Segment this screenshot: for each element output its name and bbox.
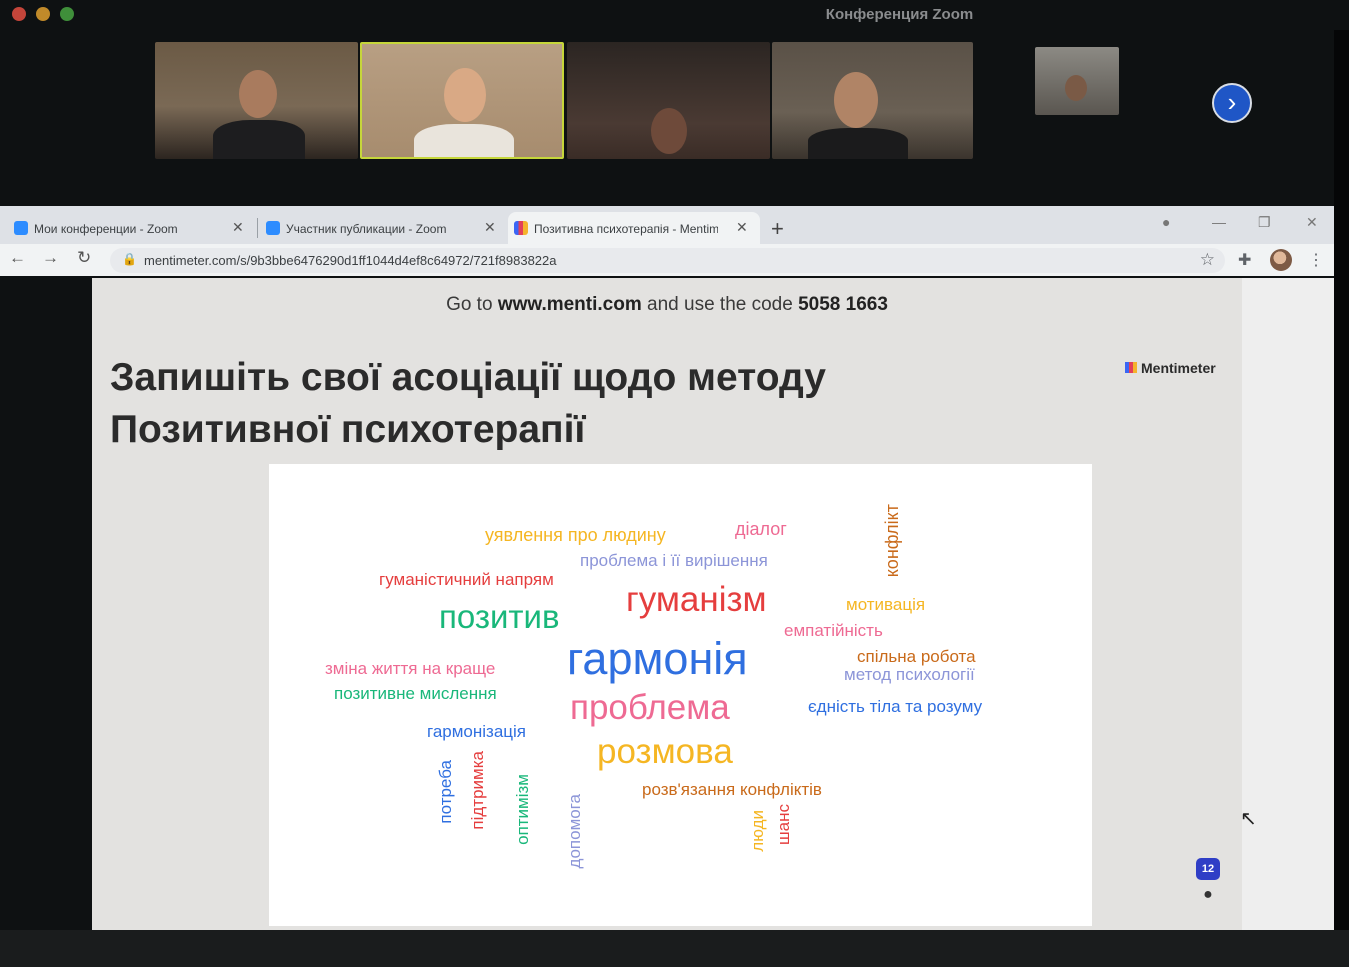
zoom-icon: [14, 221, 28, 235]
word-cloud-item: гармонія: [567, 633, 748, 684]
zoom-icon: [266, 221, 280, 235]
word-cloud-item: потреба: [436, 760, 455, 824]
word-cloud-item: уявлення про людину: [485, 525, 666, 545]
next-participants-button[interactable]: ›: [1212, 83, 1252, 123]
bookmark-star-icon[interactable]: ☆: [1200, 250, 1215, 270]
tab-label: Участник публикации - Zoom: [286, 222, 447, 236]
word-cloud-item: спільна робота: [857, 647, 976, 666]
slide-title: Запишіть свої асоціації щодо методу Пози…: [110, 356, 826, 451]
join-middle-text: and use the code: [641, 294, 799, 315]
browser-tab[interactable]: Мои конференции - Zoom ✕: [8, 212, 250, 244]
back-arrow-icon[interactable]: ←: [9, 248, 26, 268]
browser-tab[interactable]: Участник публикации - Zoom ✕: [260, 212, 500, 244]
profile-avatar[interactable]: [1270, 249, 1292, 271]
person-icon: ●: [1203, 886, 1213, 903]
participant-video-tile[interactable]: [155, 42, 358, 159]
reload-icon[interactable]: ↻: [77, 248, 91, 268]
word-cloud-item: гуманізм: [626, 580, 767, 619]
address-bar[interactable]: 🔒 mentimeter.com/s/9b3bbe6476290d1ff1044…: [110, 248, 1225, 273]
audience-count-badge: 12: [1196, 858, 1220, 880]
word-cloud-item: єдність тіла та розуму: [808, 697, 983, 716]
tab-search-icon[interactable]: ●: [1162, 214, 1170, 230]
window-title: Конференция Zoom: [825, 6, 974, 23]
browser-tab-active[interactable]: Позитивна психотерапія - Mentimeter ✕: [508, 212, 760, 244]
tab-label: Мои конференции - Zoom: [34, 222, 178, 236]
forward-arrow-icon[interactable]: →: [42, 248, 59, 268]
active-speaker-video-tile[interactable]: [360, 42, 564, 159]
brand-label: Mentimeter: [1141, 360, 1216, 376]
join-prefix-text: Go to: [446, 294, 498, 315]
participant-video-tile[interactable]: [772, 42, 973, 159]
mentimeter-logo-icon: [1125, 362, 1137, 373]
word-cloud-item: гуманістичний напрям: [379, 570, 554, 589]
restore-icon[interactable]: ❐: [1258, 214, 1271, 231]
mentimeter-brand: Mentimeter: [1125, 360, 1216, 376]
chevron-right-icon: ›: [1227, 87, 1237, 117]
extensions-icon[interactable]: ✚: [1238, 250, 1251, 270]
word-cloud: уявлення про людину діалог конфлікт проб…: [269, 464, 1092, 926]
tab-separator: [257, 218, 258, 238]
word-cloud-item: підтримка: [468, 751, 487, 830]
mouse-cursor-icon: ↖: [1240, 808, 1257, 830]
word-cloud-item: оптимізм: [513, 774, 532, 845]
word-cloud-item: допомога: [565, 794, 584, 869]
word-cloud-item: мотивація: [846, 595, 926, 614]
audience-indicator[interactable]: 12 ●: [1196, 858, 1220, 904]
join-site-link: www.menti.com: [497, 294, 642, 315]
word-cloud-item: люди: [748, 810, 767, 852]
participant-video-tile[interactable]: [567, 42, 770, 159]
word-cloud-item: гармонізація: [427, 722, 527, 741]
word-cloud-item: метод психології: [844, 665, 975, 684]
more-menu-icon[interactable]: ⋮: [1308, 250, 1324, 270]
tab-label: Позитивна психотерапія - Mentimeter: [534, 222, 718, 236]
close-tab-icon[interactable]: ✕: [736, 219, 748, 236]
new-tab-button[interactable]: +: [771, 216, 784, 242]
close-tab-icon[interactable]: ✕: [232, 219, 244, 236]
word-cloud-item: проблема: [570, 688, 730, 727]
word-cloud-item: зміна життя на краще: [325, 659, 496, 678]
word-cloud-item: конфлікт: [882, 504, 902, 578]
word-cloud-item: шанс: [774, 804, 793, 845]
word-cloud-item: емпатійність: [784, 621, 883, 640]
screen-bottom-bezel: [0, 930, 1349, 967]
browser-window: Мои конференции - Zoom ✕ Участник публик…: [0, 206, 1334, 276]
close-icon[interactable]: ✕: [1306, 214, 1318, 231]
word-cloud-item: розмова: [597, 732, 733, 771]
url-text: mentimeter.com/s/9b3bbe6476290d1ff1044d4…: [144, 253, 557, 268]
word-cloud-item: позитивне мислення: [334, 684, 497, 703]
zoom-titlebar: Конференция Zoom: [0, 0, 1349, 30]
lock-icon: 🔒: [122, 252, 137, 266]
word-cloud-item: розв'язання конфліктів: [642, 780, 822, 799]
word-cloud-item: проблема і її вирішення: [580, 551, 768, 570]
participant-video-tile[interactable]: [1035, 47, 1119, 115]
mentimeter-icon: [514, 221, 528, 235]
screen-bezel: [1334, 30, 1349, 930]
presentation-side-margin: [1242, 278, 1334, 930]
word-cloud-item: позитив: [439, 598, 560, 635]
minimize-icon[interactable]: —: [1212, 214, 1226, 230]
join-code: 5058 1663: [798, 294, 888, 315]
word-cloud-item: діалог: [735, 519, 787, 539]
join-instructions: Go to www.menti.com and use the code 505…: [92, 294, 1242, 316]
close-tab-icon[interactable]: ✕: [484, 219, 496, 236]
browser-toolbar: ← → ↻ 🔒 mentimeter.com/s/9b3bbe6476290d1…: [0, 244, 1334, 276]
